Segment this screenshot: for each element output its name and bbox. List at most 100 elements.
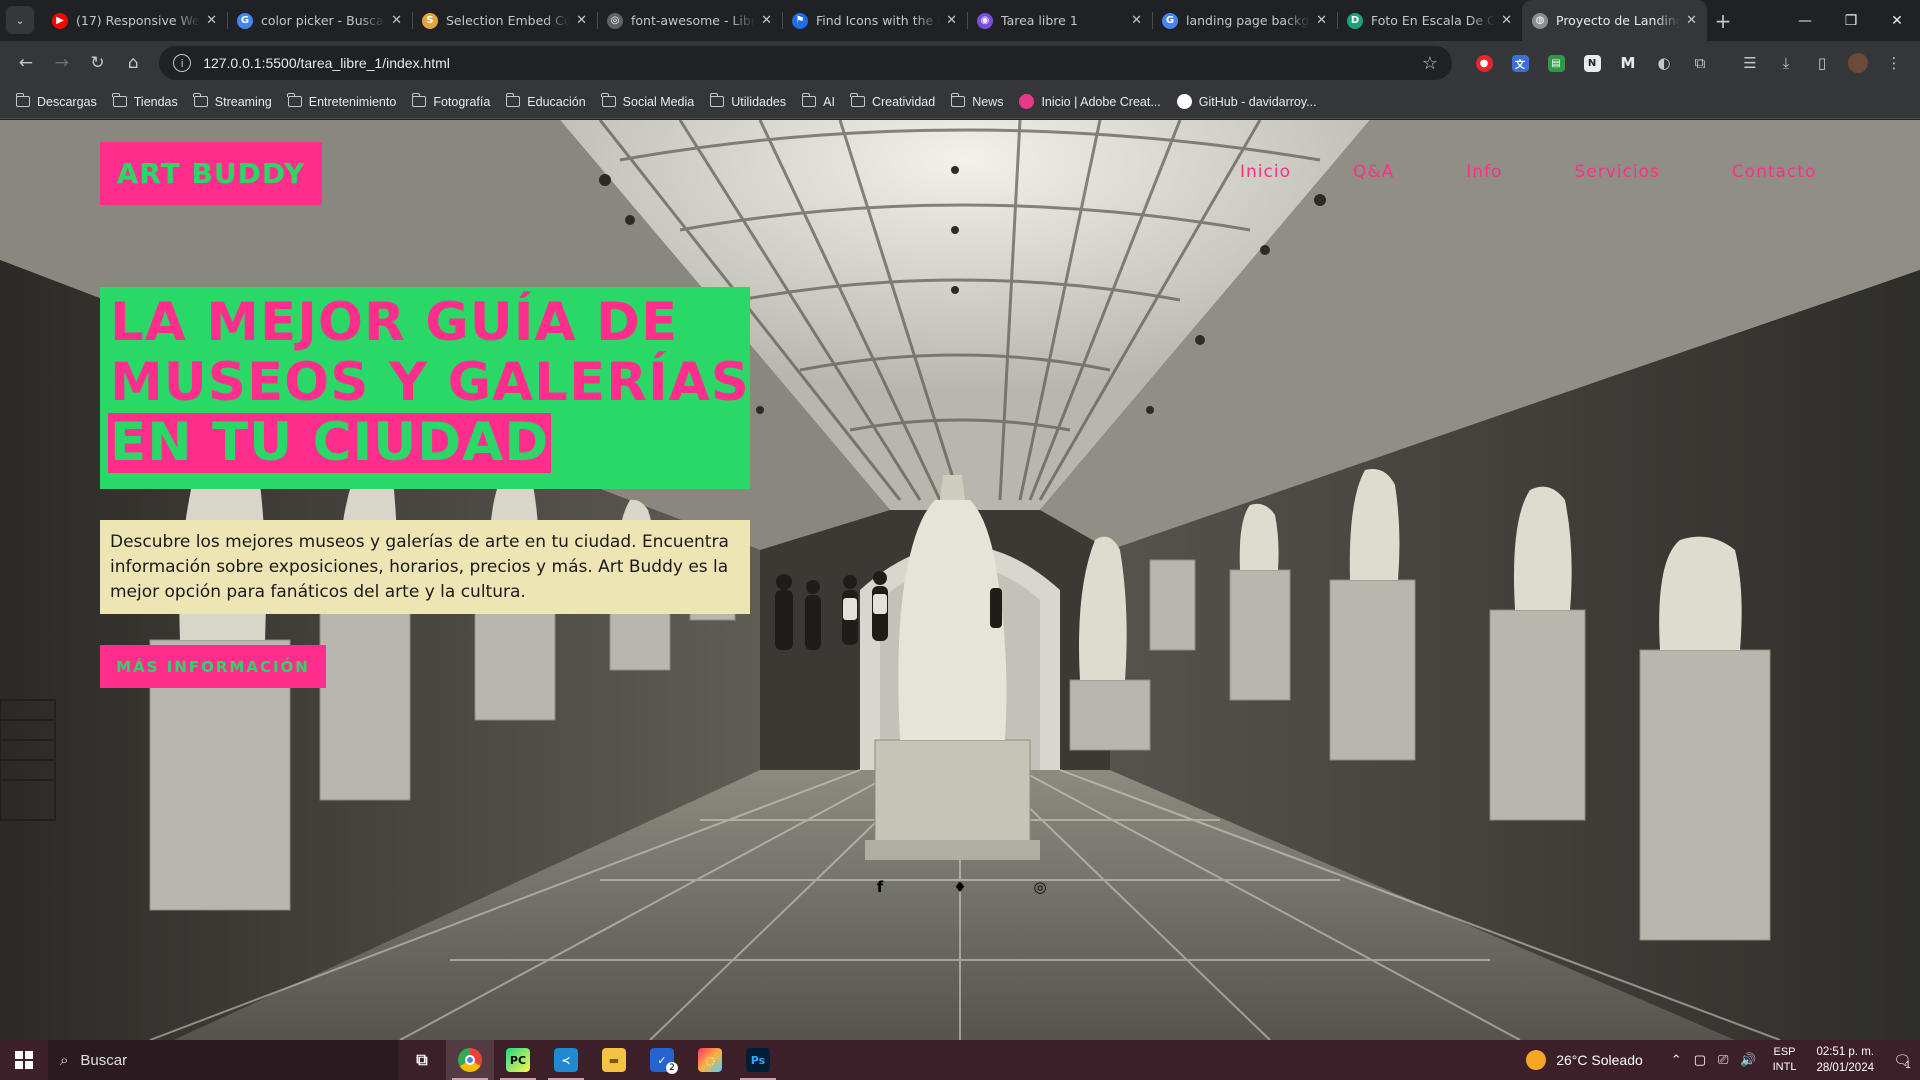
browser-tab-title: Selection Embed Cod <box>446 13 571 28</box>
browser-tab[interactable]: S Selection Embed Cod ✕ <box>412 0 597 41</box>
tab-close-icon[interactable]: ✕ <box>1131 13 1142 28</box>
notion-extension-icon[interactable]: N <box>1574 45 1610 81</box>
bookmark-label: Creatividad <box>871 94 936 109</box>
nav-link-contacto[interactable]: Contacto <box>1732 162 1817 182</box>
taskbar-todo[interactable]: ✓ 2 <box>638 1040 686 1080</box>
m-extension-icon[interactable]: M <box>1610 45 1646 81</box>
input-language[interactable]: ESP INTL <box>1773 1045 1797 1075</box>
task-view-button[interactable]: ⧉ <box>398 1040 446 1080</box>
window-controls: — ❐ ✕ <box>1782 0 1920 41</box>
clock-date: 28/01/2024 <box>1816 1062 1874 1074</box>
menu-kebab-icon[interactable]: ⋮ <box>1876 45 1912 81</box>
browser-tab[interactable]: ◎ font-awesome - Libra ✕ <box>597 0 782 41</box>
tab-close-icon[interactable]: ✕ <box>1316 13 1327 28</box>
bookmark-folder[interactable]: Creatividad <box>843 88 943 116</box>
address-bar[interactable]: i 127.0.0.1:5500/tarea_libre_1/index.htm… <box>159 46 1452 80</box>
taskbar-chrome[interactable] <box>446 1040 494 1080</box>
nav-link-info[interactable]: Info <box>1466 162 1502 182</box>
close-window-button[interactable]: ✕ <box>1874 0 1920 41</box>
browser-tab-title: color picker - Buscar <box>261 13 386 28</box>
tab-close-icon[interactable]: ✕ <box>946 13 957 28</box>
bookmark-star-icon[interactable]: ☆ <box>1422 53 1438 74</box>
taskbar-creative-cloud[interactable]: ◌ <box>686 1040 734 1080</box>
minimize-button[interactable]: — <box>1782 0 1828 41</box>
browser-tab-title: Find Icons with the P <box>816 13 941 28</box>
tab-close-icon[interactable]: ✕ <box>1686 13 1697 28</box>
weather-text: 26°C Soleado <box>1556 1052 1643 1068</box>
taskbar-vscode[interactable]: ≺ <box>542 1040 590 1080</box>
bookmark-folder[interactable]: Utilidades <box>702 88 794 116</box>
twitter-icon[interactable]: ♦ <box>950 878 970 896</box>
reload-button[interactable]: ↻ <box>80 45 116 81</box>
browser-tab[interactable]: ◉ Tarea libre 1 ✕ <box>967 0 1152 41</box>
taskbar-apps: ⧉ PC ≺ ▬ ✓ 2 ◌ Ps <box>398 1040 782 1080</box>
meet-now-icon[interactable]: ▢ <box>1694 1052 1706 1068</box>
more-info-button[interactable]: MÁS INFORMACIÓN <box>100 645 326 688</box>
url-text[interactable]: 127.0.0.1:5500/tarea_libre_1/index.html <box>203 55 1422 71</box>
side-panel-icon[interactable]: ▯ <box>1804 45 1840 81</box>
taskbar-photoshop[interactable]: Ps <box>734 1040 782 1080</box>
bookmark-folder[interactable]: News <box>943 88 1011 116</box>
tab-close-icon[interactable]: ✕ <box>761 13 772 28</box>
bookmark-folder[interactable]: Descargas <box>8 88 105 116</box>
bookmark-folder[interactable]: Social Media <box>594 88 703 116</box>
browser-tab[interactable]: Glanding page backgr ✕ <box>1152 0 1337 41</box>
browser-tab-title: Proyecto de Landing <box>1556 13 1681 28</box>
new-tab-button[interactable]: + <box>1707 0 1739 41</box>
browser-tab[interactable]: Gcolor picker - Buscar ✕ <box>227 0 412 41</box>
extension-red-icon[interactable]: ● <box>1466 45 1502 81</box>
tab-close-icon[interactable]: ✕ <box>206 13 217 28</box>
chevron-up-icon[interactable]: ⌃ <box>1671 1052 1682 1068</box>
nav-link-servicios[interactable]: Servicios <box>1574 162 1659 182</box>
bookmark-folder[interactable]: Streaming <box>186 88 280 116</box>
bookmark-link[interactable]: GitHub - davidarroy... <box>1169 88 1325 116</box>
translate-extension-icon[interactable]: 文 <box>1502 45 1538 81</box>
extensions-puzzle-icon[interactable]: ⧉ <box>1682 45 1718 81</box>
tab-close-icon[interactable]: ✕ <box>391 13 402 28</box>
bookmark-folder[interactable]: Tiendas <box>105 88 186 116</box>
network-icon[interactable]: ⎚ <box>1718 1052 1728 1068</box>
bookmark-label: Tiendas <box>133 94 178 109</box>
clock[interactable]: 02:51 p. m. 28/01/2024 <box>1816 1044 1874 1076</box>
download-icon[interactable]: ⤓ <box>1768 45 1804 81</box>
reading-list-icon[interactable]: ☰ <box>1732 45 1768 81</box>
bookmark-label: GitHub - davidarroy... <box>1198 94 1317 109</box>
browser-tab[interactable]: ▶ (17) Responsive Web ✕ <box>42 0 227 41</box>
site-logo[interactable]: ART BUDDY <box>100 142 322 205</box>
tab-close-icon[interactable]: ✕ <box>1501 13 1512 28</box>
tab-close-icon[interactable]: ✕ <box>576 13 587 28</box>
photo-icon: D <box>1347 12 1363 29</box>
start-button[interactable] <box>0 1040 48 1080</box>
selection-icon: S <box>422 12 438 29</box>
bookmark-folder[interactable]: AI <box>794 88 843 116</box>
browser-tab[interactable]: ⚑ Find Icons with the P ✕ <box>782 0 967 41</box>
bookmark-folder[interactable]: Fotografía <box>404 88 498 116</box>
shield-extension-icon[interactable]: ◐ <box>1646 45 1682 81</box>
facebook-icon[interactable]: f <box>870 878 890 896</box>
back-button[interactable]: ← <box>8 45 44 81</box>
restore-button[interactable]: ❐ <box>1828 0 1874 41</box>
nav-link-inicio[interactable]: Inicio <box>1240 162 1291 182</box>
site-info-icon[interactable]: i <box>173 54 192 72</box>
forward-button[interactable]: → <box>44 45 80 81</box>
folder-icon <box>709 93 725 107</box>
taskbar-pycharm[interactable]: PC <box>494 1040 542 1080</box>
instagram-icon[interactable]: ◎ <box>1030 878 1050 896</box>
bookmark-link[interactable]: Inicio | Adobe Creat... <box>1011 88 1168 116</box>
bookmark-folder[interactable]: Educación <box>498 88 593 116</box>
green-extension-icon[interactable]: ▤ <box>1538 45 1574 81</box>
taskbar-search-box[interactable]: ⌕ Buscar <box>48 1040 398 1080</box>
browser-tab[interactable]: ◍ Proyecto de Landing ✕ <box>1522 0 1707 41</box>
profile-avatar[interactable] <box>1840 45 1876 81</box>
notification-center-button[interactable]: 🗨 1 <box>1884 1040 1920 1080</box>
home-button[interactable]: ⌂ <box>115 45 151 81</box>
browser-tab[interactable]: D Foto En Escala De Gr ✕ <box>1337 0 1522 41</box>
bookmark-folder[interactable]: Entretenimiento <box>280 88 405 116</box>
nav-link-qa[interactable]: Q&A <box>1353 162 1394 182</box>
weather-widget[interactable]: 26°C Soleado <box>1526 1050 1643 1070</box>
folder-icon <box>15 93 30 107</box>
tab-search-button[interactable]: ⌄ <box>6 6 34 34</box>
taskbar-file-explorer[interactable]: ▬ <box>590 1040 638 1080</box>
volume-icon[interactable]: 🔊 <box>1740 1052 1756 1068</box>
library-icon: ◎ <box>607 12 623 29</box>
